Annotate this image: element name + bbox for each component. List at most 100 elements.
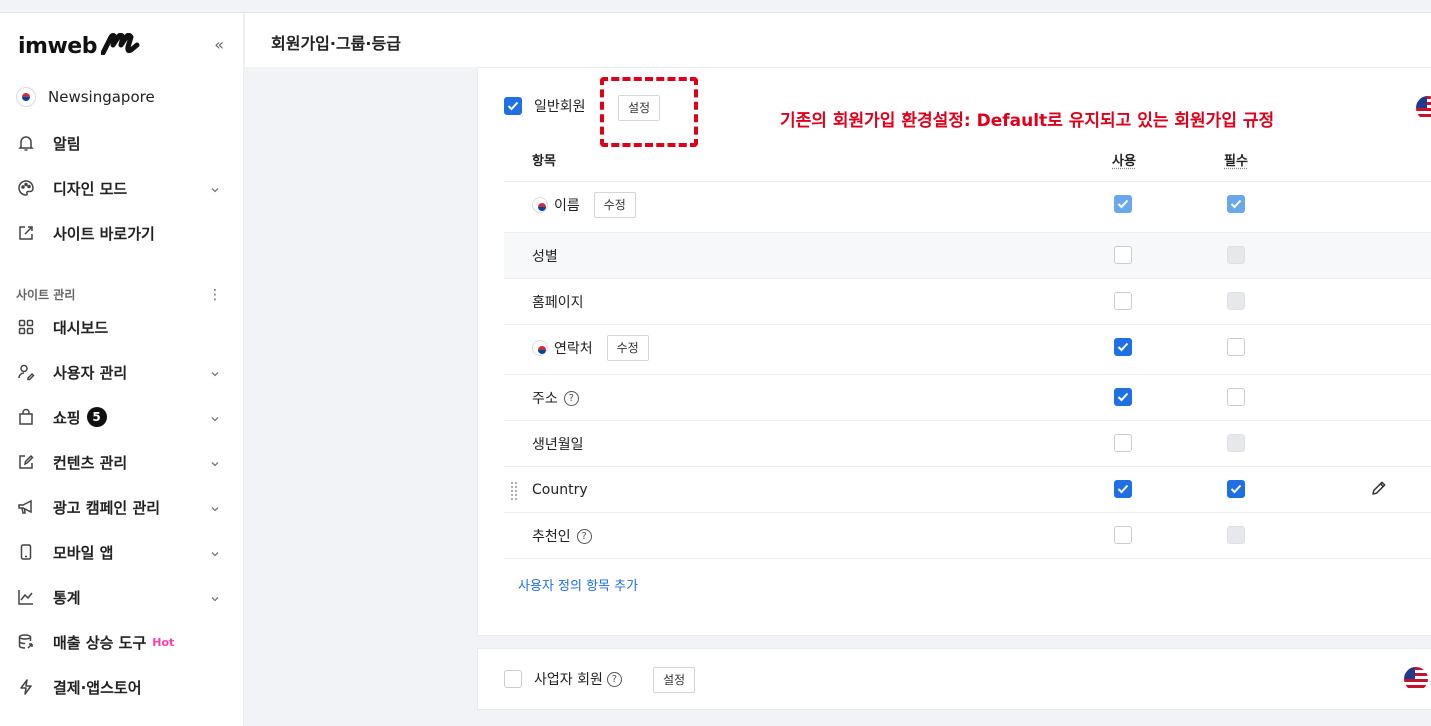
column-header-item: 항목 — [532, 154, 556, 169]
row-label: 주소 — [532, 391, 558, 407]
sidebar-item-mobile-app[interactable]: 모바일 앱 — [16, 538, 228, 566]
chevron-down-icon — [210, 409, 220, 428]
general-member-settings-button[interactable]: 설정 — [618, 95, 661, 121]
general-member-checkbox[interactable] — [504, 97, 522, 115]
sidebar-item-shopping[interactable]: 쇼핑 5 — [16, 403, 228, 431]
business-member-label: 사업자 회원 — [534, 672, 603, 688]
sidebar-item-label: 사용자 관리 — [53, 363, 128, 382]
row-label: 생년월일 — [532, 437, 584, 453]
business-member-settings-button[interactable]: 설정 — [653, 667, 696, 693]
required-checkbox[interactable] — [1227, 388, 1245, 406]
sidebar-item-label: 매출 상승 도구 — [53, 633, 147, 652]
required-checkbox[interactable] — [1227, 338, 1245, 356]
sidebar-item-ad-campaign[interactable]: 광고 캠페인 관리 — [16, 493, 228, 521]
kebab-menu-icon[interactable]: ⋮ — [208, 287, 222, 303]
required-checkbox — [1227, 292, 1245, 310]
us-flag-icon[interactable] — [1416, 96, 1431, 120]
edit-contact-button[interactable]: 수정 — [606, 335, 649, 361]
table-bottom-divider — [504, 558, 1431, 559]
use-checkbox[interactable] — [1114, 292, 1132, 310]
logo-row: imweb « — [18, 31, 228, 61]
help-icon[interactable]: ? — [576, 528, 592, 544]
sidebar-item-sales-tools[interactable]: 매출 상승 도구 Hot — [16, 628, 228, 656]
use-checkbox[interactable] — [1114, 526, 1132, 544]
chevron-down-icon — [210, 180, 220, 199]
row-label: 연락처 — [554, 341, 593, 357]
page-title: 회원가입·그룹·등급 — [271, 34, 401, 53]
imweb-logo-mark-icon — [100, 32, 141, 59]
edit-icon — [16, 452, 36, 472]
sidebar-item-design-mode[interactable]: 디자인 모드 — [16, 174, 228, 202]
business-member-toggle-row: 사업자 회원 ? — [504, 669, 622, 689]
sidebar-item-label: 대시보드 — [53, 318, 109, 337]
sidebar-item-label: 디자인 모드 — [53, 179, 128, 198]
sidebar-item-user-management[interactable]: 사용자 관리 — [16, 358, 228, 386]
page-header: 회원가입·그룹·등급 — [245, 13, 1431, 67]
chevron-down-icon — [210, 454, 220, 473]
sidebar: imweb « Newsingapore 알림 디자인 모드 사이트 바로가기 … — [0, 13, 244, 726]
korea-flag-icon — [16, 87, 36, 107]
use-checkbox[interactable] — [1114, 246, 1132, 264]
row-label: Country — [532, 482, 588, 498]
external-link-icon — [16, 223, 36, 243]
chart-icon — [16, 587, 36, 607]
table-row-gender: 성별 — [504, 232, 1431, 278]
sidebar-item-label: 모바일 앱 — [53, 543, 114, 562]
sidebar-item-label: 결제·앱스토어 — [53, 678, 142, 697]
table-row-address: 주소 ? — [504, 374, 1431, 420]
imweb-logo[interactable]: imweb — [18, 34, 97, 59]
column-header-use: 사용 — [1112, 154, 1136, 169]
bell-icon — [16, 133, 36, 153]
table-row-referrer: 추천인 ? — [504, 512, 1431, 558]
site-selector[interactable]: Newsingapore — [16, 87, 155, 107]
database-icon — [16, 632, 36, 652]
grid-icon — [16, 317, 36, 337]
row-label: 성별 — [532, 249, 558, 265]
use-checkbox[interactable] — [1114, 195, 1132, 213]
sidebar-item-statistics[interactable]: 통계 — [16, 583, 228, 611]
general-member-label: 일반회원 — [534, 99, 586, 115]
row-label: 이름 — [554, 198, 580, 214]
sidebar-item-label: 사이트 바로가기 — [53, 224, 155, 243]
table-row-birthdate: 생년월일 — [504, 420, 1431, 466]
required-checkbox[interactable] — [1227, 480, 1245, 498]
palette-icon — [16, 178, 36, 198]
required-checkbox — [1227, 246, 1245, 264]
sidebar-item-content-management[interactable]: 컨텐츠 관리 — [16, 448, 228, 476]
site-name: Newsingapore — [48, 88, 155, 106]
required-checkbox — [1227, 526, 1245, 544]
use-checkbox[interactable] — [1114, 338, 1132, 356]
sidebar-item-label: 광고 캠페인 관리 — [53, 498, 161, 517]
help-icon[interactable]: ? — [563, 390, 579, 406]
megaphone-icon — [16, 497, 36, 517]
sidebar-item-notifications[interactable]: 알림 — [16, 129, 228, 157]
use-checkbox[interactable] — [1114, 434, 1132, 452]
column-header-required: 필수 — [1224, 154, 1248, 169]
chevron-down-icon — [210, 364, 220, 383]
lightning-icon — [16, 677, 36, 697]
required-checkbox — [1227, 434, 1245, 452]
business-member-checkbox[interactable] — [504, 670, 522, 688]
chevron-down-icon — [210, 544, 220, 563]
drag-handle-icon[interactable] — [510, 481, 518, 501]
use-checkbox[interactable] — [1114, 480, 1132, 498]
chevron-down-icon — [210, 499, 220, 518]
use-checkbox[interactable] — [1114, 388, 1132, 406]
sidebar-item-visit-site[interactable]: 사이트 바로가기 — [16, 219, 228, 247]
chevron-down-icon — [210, 589, 220, 608]
edit-name-button[interactable]: 수정 — [593, 192, 636, 218]
korea-flag-icon — [532, 340, 548, 356]
us-flag-icon[interactable] — [1404, 667, 1428, 691]
mobile-icon — [16, 542, 36, 562]
help-icon[interactable]: ? — [606, 671, 622, 687]
sidebar-item-label: 쇼핑 — [53, 408, 81, 427]
pencil-icon[interactable] — [1370, 479, 1388, 501]
table-row-contact: 연락처 수정 — [504, 324, 1431, 370]
add-custom-field-link[interactable]: 사용자 정의 항목 추가 — [518, 575, 638, 594]
sidebar-item-label: 컨텐츠 관리 — [53, 453, 128, 472]
row-label: 홈페이지 — [532, 295, 584, 311]
sidebar-item-dashboard[interactable]: 대시보드 — [16, 313, 228, 341]
required-checkbox[interactable] — [1227, 195, 1245, 213]
collapse-sidebar-icon[interactable]: « — [214, 35, 224, 54]
sidebar-item-payment-appstore[interactable]: 결제·앱스토어 — [16, 673, 228, 701]
